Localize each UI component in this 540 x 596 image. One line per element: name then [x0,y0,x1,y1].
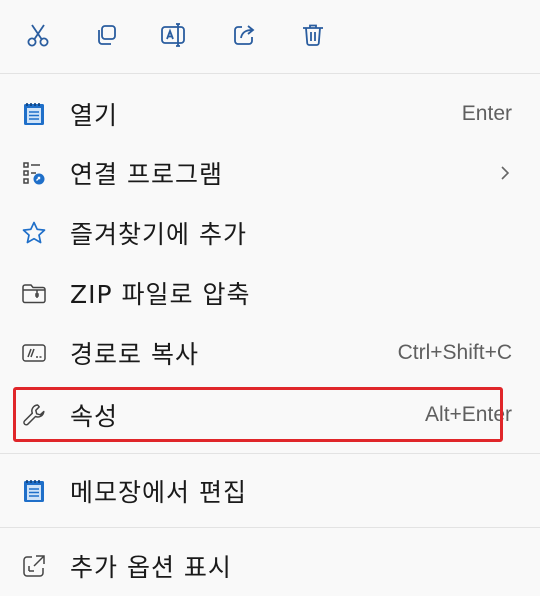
cut-button[interactable] [16,14,60,56]
menu-item-copy-path[interactable]: 경로로 복사 Ctrl+Shift+C [0,323,540,383]
divider [0,527,540,528]
share-icon [234,25,255,45]
shortcut-text: Alt+Enter [425,403,512,426]
divider [0,73,540,74]
share-button[interactable] [222,14,266,56]
zip-folder-icon [20,279,48,307]
shortcut-text: Enter [461,102,512,125]
menu-item-label: 속성 [70,402,119,431]
copy-icon [98,25,116,45]
wrench-icon [20,401,48,429]
menu-item-label: 메모장에서 편집 [70,478,247,507]
menu-item-show-more-options[interactable]: 추가 옵션 표시 [0,536,540,596]
menu-item-label: ZIP 파일로 압축 [70,280,251,309]
menu-item-open[interactable]: 열기 Enter [0,84,540,144]
context-menu-toolbar [0,0,540,72]
menu-item-add-to-favorites[interactable]: 즐겨찾기에 추가 [0,203,540,263]
delete-icon [303,24,323,46]
menu-item-label: 연결 프로그램 [70,160,223,189]
menu-item-open-with[interactable]: 연결 프로그램 [0,143,540,203]
menu-item-edit-in-notepad[interactable]: 메모장에서 편집 [0,461,540,521]
copy-button[interactable] [84,14,128,56]
divider [0,453,540,454]
menu-item-label: 즐겨찾기에 추가 [70,220,247,249]
notepad-icon [20,100,48,128]
rename-icon [161,23,185,47]
menu-item-label: 열기 [70,101,119,130]
menu-item-properties[interactable]: 속성 Alt+Enter [0,385,540,445]
notepad-icon [20,477,48,505]
rename-button[interactable] [151,14,195,56]
delete-button[interactable] [291,14,335,56]
menu-item-compress-zip[interactable]: ZIP 파일로 압축 [0,263,540,323]
copy-path-icon [20,339,48,367]
open-with-icon [20,159,48,187]
star-icon [20,219,48,247]
chevron-right-icon [501,166,510,180]
menu-item-label: 경로로 복사 [70,340,199,369]
cut-icon [27,24,49,47]
menu-item-label: 추가 옵션 표시 [70,553,232,582]
shortcut-text: Ctrl+Shift+C [397,341,512,364]
more-options-icon [20,552,48,580]
